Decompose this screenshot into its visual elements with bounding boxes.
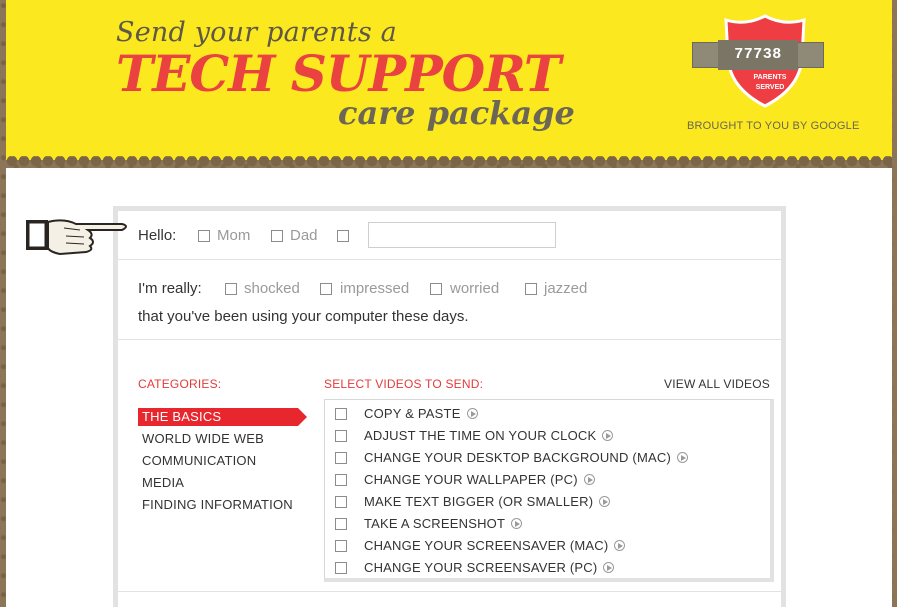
active-category-arrow bbox=[298, 408, 307, 426]
jazzed-checkbox[interactable] bbox=[525, 283, 537, 295]
video-checkbox[interactable] bbox=[335, 452, 347, 464]
mom-checkbox[interactable] bbox=[198, 230, 210, 242]
feeling-panel bbox=[113, 260, 786, 344]
pointing-hand-icon bbox=[26, 219, 127, 256]
shocked-label[interactable]: shocked bbox=[244, 280, 300, 297]
video-checkbox[interactable] bbox=[335, 430, 347, 442]
videos-heading: SELECT VIDEOS TO SEND: bbox=[324, 377, 484, 391]
categories-heading: CATEGORIES: bbox=[138, 377, 222, 391]
play-icon[interactable] bbox=[602, 430, 614, 441]
dad-label[interactable]: Dad bbox=[290, 227, 318, 244]
scalloped-edge bbox=[6, 150, 892, 170]
video-title: CHANGE YOUR SCREENSAVER (PC) bbox=[364, 560, 598, 575]
subline-title: care package bbox=[338, 94, 575, 132]
shocked-checkbox[interactable] bbox=[225, 283, 237, 295]
category-world-wide-web[interactable]: WORLD WIDE WEB bbox=[138, 430, 298, 448]
category-the-basics[interactable]: THE BASICS bbox=[138, 408, 298, 426]
category-finding-information[interactable]: FINDING INFORMATION bbox=[138, 496, 298, 514]
play-icon[interactable] bbox=[603, 562, 615, 573]
category-media[interactable]: MEDIA bbox=[138, 474, 298, 492]
view-all-videos-link[interactable]: VIEW ALL VIDEOS bbox=[664, 377, 770, 391]
worried-label[interactable]: worried bbox=[450, 280, 499, 297]
video-title: ADJUST THE TIME ON YOUR CLOCK bbox=[364, 428, 597, 443]
video-title: CHANGE YOUR SCREENSAVER (MAC) bbox=[364, 538, 609, 553]
counter-caption-line-1: PARENTS bbox=[753, 74, 787, 81]
video-title: CHANGE YOUR WALLPAPER (PC) bbox=[364, 472, 578, 487]
jazzed-label[interactable]: jazzed bbox=[544, 280, 587, 297]
impressed-label[interactable]: impressed bbox=[340, 280, 409, 297]
feeling-label: I'm really: bbox=[138, 280, 202, 297]
hello-label: Hello: bbox=[138, 227, 177, 244]
video-checkbox[interactable] bbox=[335, 518, 347, 530]
counter-caption: PARENTS SERVED bbox=[740, 73, 800, 93]
video-title: COPY & PASTE bbox=[364, 406, 461, 421]
play-icon[interactable] bbox=[511, 518, 523, 529]
impressed-checkbox[interactable] bbox=[320, 283, 332, 295]
play-icon[interactable] bbox=[466, 408, 478, 419]
play-icon[interactable] bbox=[614, 540, 626, 551]
play-icon[interactable] bbox=[583, 474, 595, 485]
custom-name-input[interactable] bbox=[368, 222, 556, 248]
category-communication[interactable]: COMMUNICATION bbox=[138, 452, 298, 470]
brought-to-you-by[interactable]: BROUGHT TO YOU BY GOOGLE bbox=[687, 120, 860, 132]
video-checkbox[interactable] bbox=[335, 562, 347, 574]
video-checkbox[interactable] bbox=[335, 408, 347, 420]
mom-label[interactable]: Mom bbox=[217, 227, 250, 244]
play-icon[interactable] bbox=[599, 496, 611, 507]
next-panel bbox=[113, 592, 786, 607]
play-icon[interactable] bbox=[676, 452, 688, 463]
feeling-sentence: that you've been using your computer the… bbox=[138, 308, 469, 325]
worried-checkbox[interactable] bbox=[430, 283, 442, 295]
dad-checkbox[interactable] bbox=[271, 230, 283, 242]
counter-caption-line-2: SERVED bbox=[755, 84, 785, 91]
video-title: CHANGE YOUR DESKTOP BACKGROUND (MAC) bbox=[364, 450, 671, 465]
video-title: TAKE A SCREENSHOT bbox=[364, 516, 506, 531]
video-checkbox[interactable] bbox=[335, 540, 347, 552]
parents-served-counter: 77738 bbox=[718, 40, 798, 70]
video-checkbox[interactable] bbox=[335, 496, 347, 508]
custom-name-checkbox[interactable] bbox=[337, 230, 349, 242]
video-list bbox=[324, 399, 774, 582]
video-checkbox[interactable] bbox=[335, 474, 347, 486]
video-title: MAKE TEXT BIGGER (OR SMALLER) bbox=[364, 494, 594, 509]
